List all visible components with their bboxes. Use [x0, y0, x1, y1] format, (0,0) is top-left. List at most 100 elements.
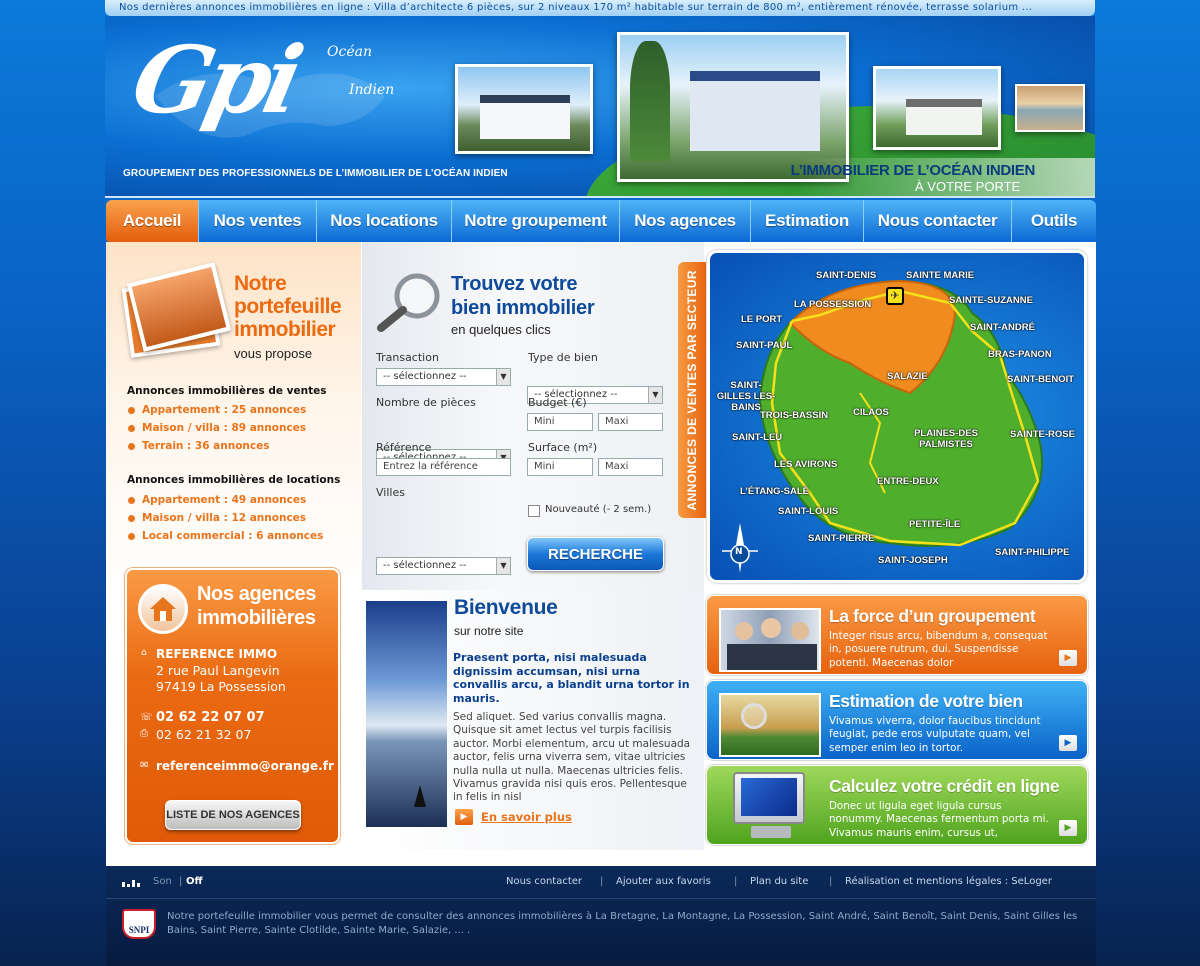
transaction-select[interactable]: -- sélectionnez -- ▼ — [376, 368, 511, 386]
search-title-line-1: Trouvez votre — [451, 273, 578, 295]
sector-tab[interactable]: ANNONCES DE VENTES PAR SECTEUR — [678, 262, 706, 518]
nav-nos-locations[interactable]: Nos locations — [317, 200, 452, 242]
sales-section-title: Annonces immobilières de ventes — [127, 385, 327, 397]
new-checkbox-label: Nouveauté (- 2 sem.) — [545, 504, 652, 515]
read-more-label: En savoir plus — [481, 810, 572, 824]
footer-link-favorites[interactable]: Ajouter aux favoris — [616, 876, 711, 887]
budget-label: Budget (€) — [528, 396, 587, 409]
sound-toggle[interactable]: Off — [186, 876, 203, 887]
map-city[interactable]: SAINTE-SUZANNE — [949, 295, 1033, 306]
agency-address-1: 2 rue Paul Langevin — [156, 663, 280, 678]
list-item[interactable]: Appartement : 49 annonces — [126, 491, 323, 509]
transaction-select-value: -- sélectionnez -- — [383, 371, 467, 382]
map-city[interactable]: TROIS-BASSIN — [760, 410, 828, 421]
map-city[interactable]: SAINTE-ROSE — [1010, 429, 1075, 440]
map-city[interactable]: SAINT-DENIS — [816, 270, 876, 281]
snpi-logo-text: SNPI — [128, 925, 150, 935]
agency-email[interactable]: referenceimmo@orange.fr — [156, 759, 334, 773]
surface-max-input[interactable]: Maxi — [598, 458, 663, 476]
nav-outils[interactable]: Outils — [1012, 200, 1096, 242]
map-city[interactable]: BRAS-PANON — [988, 349, 1052, 360]
map-city[interactable]: SAINT-PHILIPPE — [995, 547, 1069, 558]
agencies-title-line-1: Nos agences — [197, 583, 316, 605]
footer-separator: | — [829, 876, 833, 887]
airport-icon[interactable]: ✈ — [886, 287, 904, 305]
budget-max-input[interactable]: Maxi — [598, 413, 663, 431]
nav-accueil[interactable]: Accueil — [106, 200, 199, 242]
nav-estimation[interactable]: Estimation — [751, 200, 864, 242]
map-city[interactable]: L’ÉTANG-SALÉ — [740, 486, 809, 497]
map-city[interactable]: SAINT-LOUIS — [778, 506, 838, 517]
agency-fax: 02 62 21 32 07 — [156, 727, 252, 742]
nav-notre-groupement[interactable]: Notre groupement — [452, 200, 620, 242]
cities-select[interactable]: -- sélectionnez -- ▼ — [376, 557, 511, 575]
rentals-list: Appartement : 49 annonces Maison / villa… — [126, 491, 323, 545]
agency-phone[interactable]: 02 62 22 07 07 — [156, 710, 265, 725]
list-item[interactable]: Maison / villa : 12 annonces — [126, 509, 323, 527]
compass-letter: N — [735, 547, 743, 557]
reference-label: Référence — [376, 441, 432, 454]
promo-title: La force d’un groupement — [829, 606, 1036, 626]
footer-link-contact[interactable]: Nous contacter — [506, 876, 582, 887]
type-label: Type de bien — [528, 351, 598, 364]
search-title-line-2: bien immobilier — [451, 297, 595, 319]
nav-nous-contacter[interactable]: Nous contacter — [864, 200, 1012, 242]
budget-min-input[interactable]: Mini — [527, 413, 593, 431]
nav-nos-ventes[interactable]: Nos ventes — [199, 200, 317, 242]
promo-credit[interactable]: Calculez votre crédit en ligne Donec ut … — [706, 765, 1088, 845]
logo[interactable]: Gpi Océan Indien — [124, 26, 435, 156]
tagline: GROUPEMENT DES PROFESSIONNELS DE L’IMMOB… — [123, 168, 508, 179]
promo-estimation[interactable]: Estimation de votre bien Vivamus viverra… — [706, 680, 1088, 760]
agency-address-2: 97419 La Possession — [156, 679, 286, 694]
logo-indien: Indien — [349, 82, 395, 98]
play-arrow-icon[interactable]: ▶ — [1059, 820, 1077, 836]
list-item[interactable]: Terrain : 36 annonces — [126, 437, 306, 455]
list-item[interactable]: Maison / villa : 89 annonces — [126, 419, 306, 437]
slogan-line-1: L’IMMOBILIER DE L’OCÉAN INDIEN — [790, 162, 1036, 179]
footer-link-sitemap[interactable]: Plan du site — [750, 876, 808, 887]
map-city[interactable]: LE PORT — [741, 314, 782, 325]
news-ticker[interactable]: Nos dernières annonces immobilières en l… — [105, 0, 1095, 16]
footer-text: Notre portefeuille immobilier vous perme… — [167, 911, 1078, 936]
portfolio-title-line-1: Notre — [234, 272, 287, 295]
agencies-title-line-2: immobilières — [197, 607, 316, 629]
map-city[interactable]: ENTRE-DEUX — [877, 476, 939, 487]
map-city[interactable]: SAINT-JOSEPH — [878, 555, 948, 566]
sound-label: Son — [153, 876, 172, 887]
welcome-lead: Praesent porta, nisi malesuada dignissim… — [453, 651, 690, 705]
list-item[interactable]: Local commercial : 6 annonces — [126, 527, 323, 545]
map-city[interactable]: SAINT-BENOIT — [1007, 374, 1074, 385]
nav-nos-agences[interactable]: Nos agences — [620, 200, 751, 242]
map-city[interactable]: LES AVIRONS — [774, 459, 837, 470]
map-city[interactable]: SAINTE MARIE — [906, 270, 974, 281]
footer-separator: | — [734, 876, 738, 887]
sector-tab-label: ANNONCES DE VENTES PAR SECTEUR — [685, 269, 699, 511]
map-city[interactable]: SAINT-PIERRE — [808, 533, 875, 544]
list-item[interactable]: Appartement : 25 annonces — [126, 401, 306, 419]
map-city[interactable]: PLAINES-DES PALMISTES — [910, 428, 982, 450]
map-city[interactable]: SAINT-ANDRÉ — [970, 322, 1035, 333]
map-city[interactable]: SAINT-LEU — [732, 432, 782, 443]
play-arrow-icon[interactable]: ▶ — [1059, 735, 1077, 751]
map-city[interactable]: PETITE-ÎLE — [909, 519, 960, 530]
play-arrow-icon[interactable]: ▶ — [1059, 650, 1077, 666]
map-city[interactable]: CILAOS — [853, 407, 889, 418]
map-city[interactable]: SAINT-PAUL — [736, 340, 792, 351]
footer-link-legal[interactable]: Réalisation et mentions légales : SeLoge… — [845, 876, 1052, 887]
new-checkbox[interactable] — [528, 505, 540, 517]
sound-bars-icon — [122, 878, 140, 887]
header-photo-villa — [455, 64, 593, 154]
search-button[interactable]: RECHERCHE — [527, 537, 664, 571]
surface-min-input[interactable]: Mini — [527, 458, 593, 476]
map-city[interactable]: LA POSSESSION — [794, 299, 871, 310]
chevron-down-icon: ▼ — [648, 387, 662, 403]
portfolio-photos-icon — [116, 262, 232, 358]
search-title: Trouvez votre bien immobilier — [451, 272, 595, 320]
promo-groupement[interactable]: La force d’un groupement Integer risus a… — [706, 595, 1088, 675]
read-more-link[interactable]: ▶ En savoir plus — [455, 809, 572, 825]
compass-icon: N — [722, 523, 758, 573]
reference-input[interactable]: Entrez la référence — [376, 458, 511, 476]
agencies-list-button[interactable]: LISTE DE NOS AGENCES — [165, 800, 301, 830]
map-city[interactable]: SAINT-GILLES LES-BAINS — [716, 380, 776, 413]
map-city[interactable]: SALAZIE — [887, 371, 928, 382]
